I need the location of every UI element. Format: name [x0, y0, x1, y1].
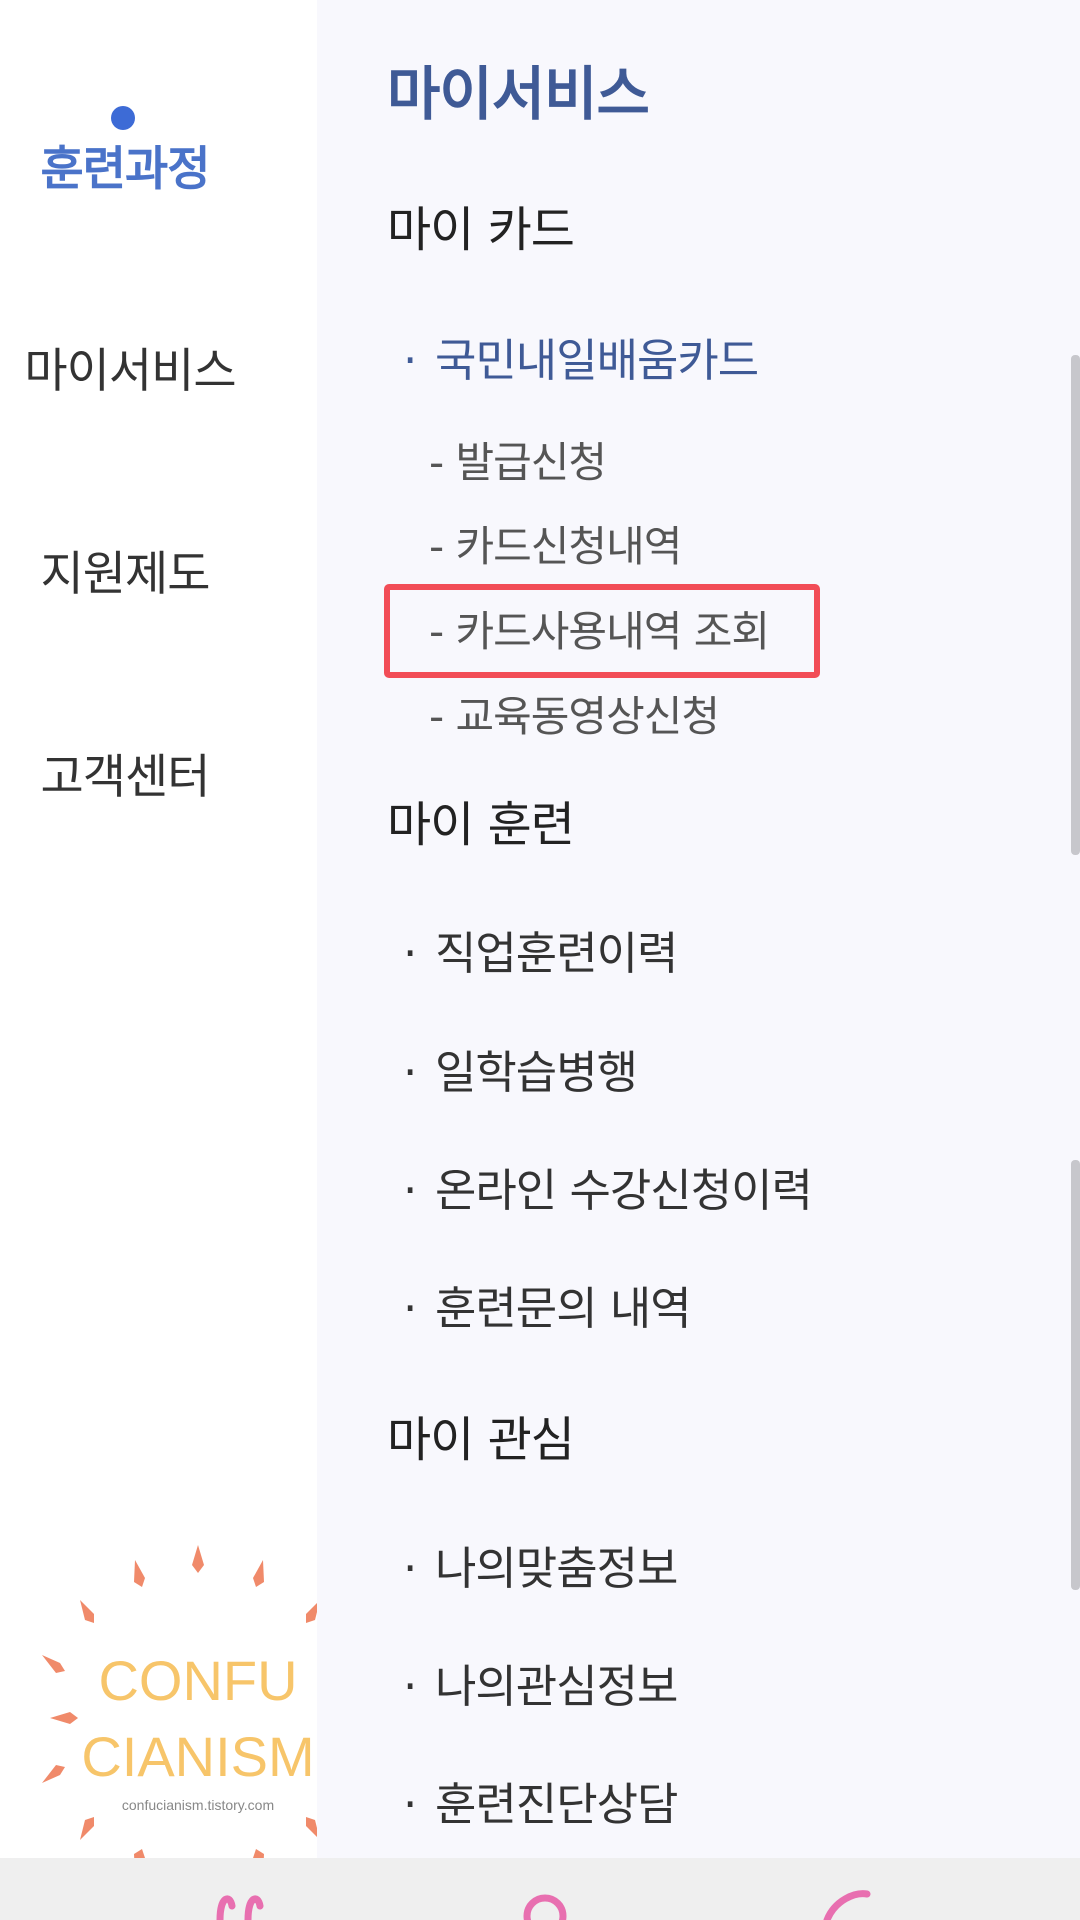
panel-title: 마이서비스: [387, 60, 650, 128]
sub-item-card-application-history[interactable]: - 카드신청내역: [429, 520, 682, 574]
menu-item-training-inquiry-history[interactable]: · 훈련문의 내역: [403, 1280, 692, 1338]
menu-item-label: 직업훈련이력: [435, 927, 678, 980]
sub-item-card-usage-history[interactable]: - 카드사용내역 조회: [429, 605, 770, 659]
watermark-line1: CONFU: [98, 1649, 297, 1712]
menu-item-label: 나의관심정보: [435, 1660, 678, 1713]
menu-item-label: 나의맞춤정보: [435, 1542, 678, 1595]
menu-item-training-diagnosis[interactable]: · 훈련진단상담: [403, 1776, 678, 1834]
menu-item-label: 훈련문의 내역: [435, 1282, 692, 1335]
left-nav: 훈련과정 마이서비스 지원제도 고객센터 CONFU CIANISM confu…: [0, 0, 360, 1895]
active-indicator-dot-icon: [111, 106, 135, 130]
nav-item-customer-center[interactable]: 고객센터: [0, 748, 250, 808]
section-title-my-card: 마이 카드: [387, 202, 575, 258]
menu-item-my-interest-info[interactable]: · 나의관심정보: [403, 1658, 678, 1716]
section-title-my-training: 마이 훈련: [387, 797, 575, 853]
bullet-dot-icon: ·: [403, 1542, 417, 1595]
section-title-my-interest: 마이 관심: [387, 1412, 575, 1468]
bullet-dot-icon: ·: [403, 334, 417, 387]
menu-item-label: 훈련진단상담: [435, 1778, 678, 1831]
menu-item-national-card[interactable]: · 국민내일배움카드: [403, 332, 759, 390]
bottom-tab-bar: [0, 1858, 1080, 1920]
menu-item-online-enrollment-history[interactable]: · 온라인 수강신청이력: [403, 1162, 813, 1220]
bullet-dot-icon: ·: [403, 1282, 417, 1335]
bottom-tab-icon[interactable]: [515, 1886, 575, 1920]
nav-item-training-courses[interactable]: 훈련과정: [0, 140, 250, 200]
bullet-dot-icon: ·: [403, 1046, 417, 1099]
nav-item-support-system[interactable]: 지원제도: [0, 545, 250, 605]
bottom-tab-icon[interactable]: [210, 1886, 270, 1920]
menu-item-label: 일학습병행: [435, 1046, 638, 1099]
menu-item-work-study[interactable]: · 일학습병행: [403, 1044, 638, 1102]
bottom-tab-icon[interactable]: [815, 1886, 875, 1920]
my-service-panel: 마이서비스 마이 카드 · 국민내일배움카드 - 발급신청 - 카드신청내역 - …: [317, 0, 1080, 1858]
watermark-line2: CIANISM: [81, 1725, 314, 1788]
page-scrollbar[interactable]: [1071, 1160, 1080, 1590]
bullet-dot-icon: ·: [403, 1778, 417, 1831]
bullet-dot-icon: ·: [403, 927, 417, 980]
bullet-dot-icon: ·: [403, 1660, 417, 1713]
panel-scrollbar[interactable]: [1071, 355, 1080, 855]
menu-item-label: 국민내일배움카드: [435, 334, 759, 387]
menu-item-label: 온라인 수강신청이력: [435, 1164, 813, 1217]
watermark-sparkle-icon: [42, 1545, 360, 1895]
menu-item-my-custom-info[interactable]: · 나의맞춤정보: [403, 1540, 678, 1598]
bullet-dot-icon: ·: [403, 1164, 417, 1217]
sub-item-issue-application[interactable]: - 발급신청: [429, 436, 607, 490]
watermark-url: confucianism.tistory.com: [122, 1797, 274, 1813]
nav-item-my-service[interactable]: 마이서비스: [5, 342, 255, 402]
menu-item-training-history[interactable]: · 직업훈련이력: [403, 925, 678, 983]
sub-item-education-video-application[interactable]: - 교육동영상신청: [429, 690, 720, 744]
